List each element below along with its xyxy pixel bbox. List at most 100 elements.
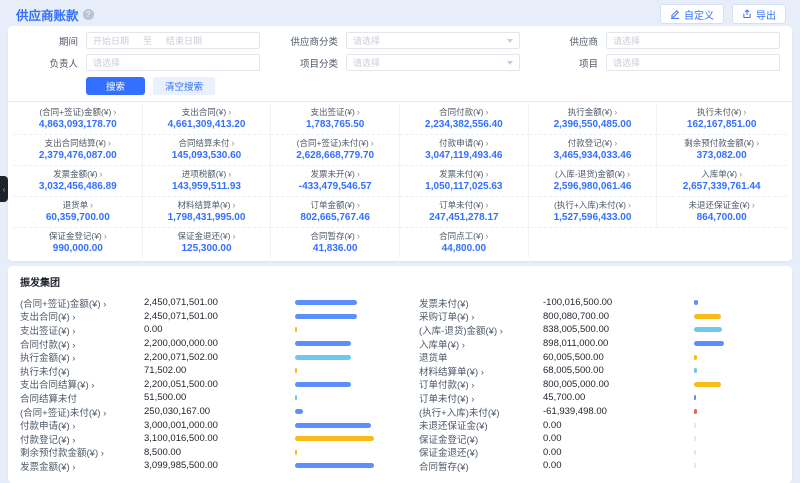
- kpi-tile-value[interactable]: 2,628,668,779.70: [276, 150, 394, 161]
- kpi-tile-value[interactable]: 247,451,278.17: [405, 212, 523, 223]
- owner-input[interactable]: 请选择: [86, 54, 260, 71]
- account-label[interactable]: 订单未付(¥) ›: [419, 391, 543, 405]
- account-label[interactable]: 付款登记(¥) ›: [20, 432, 144, 446]
- kpi-tile-value[interactable]: 145,093,530.60: [148, 150, 266, 161]
- help-icon[interactable]: [83, 9, 94, 20]
- account-label[interactable]: 合同付款(¥) ›: [20, 337, 144, 351]
- kpi-tile: 保证金退还(¥)› 125,300.00: [143, 228, 272, 258]
- date-range-input[interactable]: 开始日期 至 结束日期: [86, 32, 260, 49]
- kpi-tile-label: 保证金退还(¥)›: [148, 231, 266, 241]
- kpi-tile-value[interactable]: 4,863,093,178.70: [19, 119, 137, 130]
- clear-search-button[interactable]: 清空搜索: [153, 77, 215, 95]
- kpi-tile-label: 剩余预付款金额(¥)›: [662, 138, 781, 148]
- account-label[interactable]: (合同+签证)金额(¥) ›: [20, 296, 144, 310]
- project-input[interactable]: 请选择: [606, 54, 780, 71]
- kpi-tile-value[interactable]: 41,836.00: [276, 243, 394, 254]
- account-bar-indicator: [295, 395, 297, 400]
- kpi-tile-value[interactable]: 2,396,550,485.00: [534, 119, 652, 130]
- account-label[interactable]: 保证金登记(¥): [419, 432, 543, 446]
- kpi-tile: 未退还保证金(¥)›864,700.00: [657, 197, 786, 228]
- kpi-tile: 支出签证(¥)›1,783,765.50: [271, 104, 400, 135]
- customize-button[interactable]: 自定义: [660, 4, 724, 24]
- kpi-tile-value[interactable]: 1,783,765.50: [276, 119, 394, 130]
- account-label[interactable]: 支出合同结算(¥) ›: [20, 377, 144, 391]
- account-value: 800,080,700.00: [543, 311, 609, 322]
- supplier-category-select[interactable]: 请选择: [346, 32, 520, 49]
- account-label[interactable]: (执行+入库)未付(¥): [419, 405, 543, 419]
- kpi-tile-value[interactable]: 3,465,934,033.46: [534, 150, 652, 161]
- chevron-right-icon: ›: [627, 169, 630, 179]
- account-label[interactable]: 未退还保证金(¥): [419, 418, 543, 432]
- kpi-tile-label: 付款登记(¥)›: [534, 138, 652, 148]
- kpi-tile-value[interactable]: 3,032,456,486.89: [19, 181, 137, 192]
- kpi-tile-value[interactable]: 2,379,476,087.00: [19, 150, 137, 161]
- project-category-select[interactable]: 请选择: [346, 54, 520, 71]
- account-bar-indicator: [694, 436, 696, 441]
- kpi-tile-value[interactable]: 2,234,382,556.40: [405, 119, 523, 130]
- account-label[interactable]: 发票未付(¥): [419, 296, 543, 310]
- account-label[interactable]: 支出签证(¥) ›: [20, 323, 144, 337]
- account-label[interactable]: (入库-退货)金额(¥) ›: [419, 323, 543, 337]
- chevron-right-icon: ›: [104, 231, 107, 241]
- account-row: 付款登记(¥) ›3,100,016,500.00: [20, 432, 381, 446]
- kpi-tile: 订单金额(¥)›802,665,767.46: [271, 197, 400, 228]
- chevron-right-icon: ›: [108, 138, 111, 148]
- account-label[interactable]: 付款申请(¥) ›: [20, 418, 144, 432]
- kpi-tile-value[interactable]: 44,800.00: [405, 243, 523, 254]
- account-label[interactable]: (合同+签证)未付(¥) ›: [20, 405, 144, 419]
- chevron-right-icon: ›: [743, 107, 746, 117]
- chevron-right-icon: ›: [232, 231, 235, 241]
- kpi-tile-value[interactable]: 373,082.00: [662, 150, 781, 161]
- filter-field-supplier-category: 供应商分类 请选择: [280, 32, 520, 49]
- account-label[interactable]: 执行未付(¥): [20, 364, 144, 378]
- kpi-tile: 付款登记(¥)› 3,465,934,033.46: [529, 135, 658, 166]
- kpi-tile-value[interactable]: 990,000.00: [19, 243, 137, 254]
- kpi-tile-value[interactable]: 3,047,119,493.46: [405, 150, 523, 161]
- account-bar-track: [295, 368, 381, 373]
- account-bar-indicator: [694, 368, 697, 373]
- account-label[interactable]: 合同结算未付: [20, 391, 144, 405]
- account-value: 2,200,000,000.00: [144, 338, 218, 349]
- kpi-tile-value[interactable]: -433,479,546.57: [276, 181, 394, 192]
- kpi-tile-label: 支出合同(¥)›: [148, 107, 266, 117]
- kpi-tile-value[interactable]: 2,596,980,061.46: [534, 181, 652, 192]
- account-label[interactable]: 保证金退还(¥): [419, 445, 543, 459]
- account-bar-track: [295, 409, 381, 414]
- account-label[interactable]: 剩余预付款金额(¥) ›: [20, 445, 144, 459]
- kpi-tile-value[interactable]: 125,300.00: [148, 243, 266, 254]
- chevron-right-icon: ›: [486, 169, 489, 179]
- account-bar-track: [295, 436, 381, 441]
- drawer-toggle[interactable]: [0, 176, 8, 202]
- export-button[interactable]: 导出: [732, 4, 786, 24]
- account-label[interactable]: 采购订单(¥) ›: [419, 309, 543, 323]
- account-bar-indicator: [295, 463, 374, 468]
- account-row: (合同+签证)金额(¥) ›2,450,071,501.00: [20, 296, 381, 310]
- start-date-placeholder: 开始日期: [93, 34, 129, 47]
- filter-field-project: 项目 请选择: [540, 54, 780, 71]
- account-label[interactable]: 订单付款(¥) ›: [419, 377, 543, 391]
- kpi-tile-value[interactable]: 1,527,596,433.00: [534, 212, 652, 223]
- kpi-tile-value[interactable]: 60,359,700.00: [19, 212, 137, 223]
- account-label[interactable]: 材料结算单(¥) ›: [419, 364, 543, 378]
- kpi-tile-value[interactable]: 864,700.00: [662, 212, 781, 223]
- account-label[interactable]: 退货单: [419, 350, 543, 364]
- supplier-input[interactable]: 请选择: [606, 32, 780, 49]
- kpi-tile-value[interactable]: 4,661,309,413.20: [148, 119, 266, 130]
- kpi-tile-value[interactable]: 1,798,431,995.00: [148, 212, 266, 223]
- account-label[interactable]: 入库单(¥) ›: [419, 337, 543, 351]
- kpi-tile-value[interactable]: 1,050,117,025.63: [405, 181, 523, 192]
- account-row: 采购订单(¥) ›800,080,700.00: [419, 310, 780, 324]
- kpi-tile-value[interactable]: 143,959,511.93: [148, 181, 266, 192]
- account-bar-track: [694, 409, 780, 414]
- account-label[interactable]: 执行金额(¥) ›: [20, 350, 144, 364]
- account-value: 800,005,000.00: [543, 379, 609, 390]
- account-label[interactable]: 发票金额(¥) ›: [20, 459, 144, 473]
- account-label[interactable]: 合同暂存(¥): [419, 459, 543, 473]
- search-button[interactable]: 搜索: [86, 77, 145, 95]
- kpi-tile-label: 退货单›: [19, 200, 137, 210]
- kpi-tile-value[interactable]: 162,167,851.00: [662, 119, 781, 130]
- account-label[interactable]: 支出合同(¥) ›: [20, 309, 144, 323]
- kpi-tile-value[interactable]: 2,657,339,761.44: [662, 181, 781, 192]
- kpi-tile-value[interactable]: 802,665,767.46: [276, 212, 394, 223]
- kpi-tile: 进项税额(¥)›143,959,511.93: [143, 166, 272, 197]
